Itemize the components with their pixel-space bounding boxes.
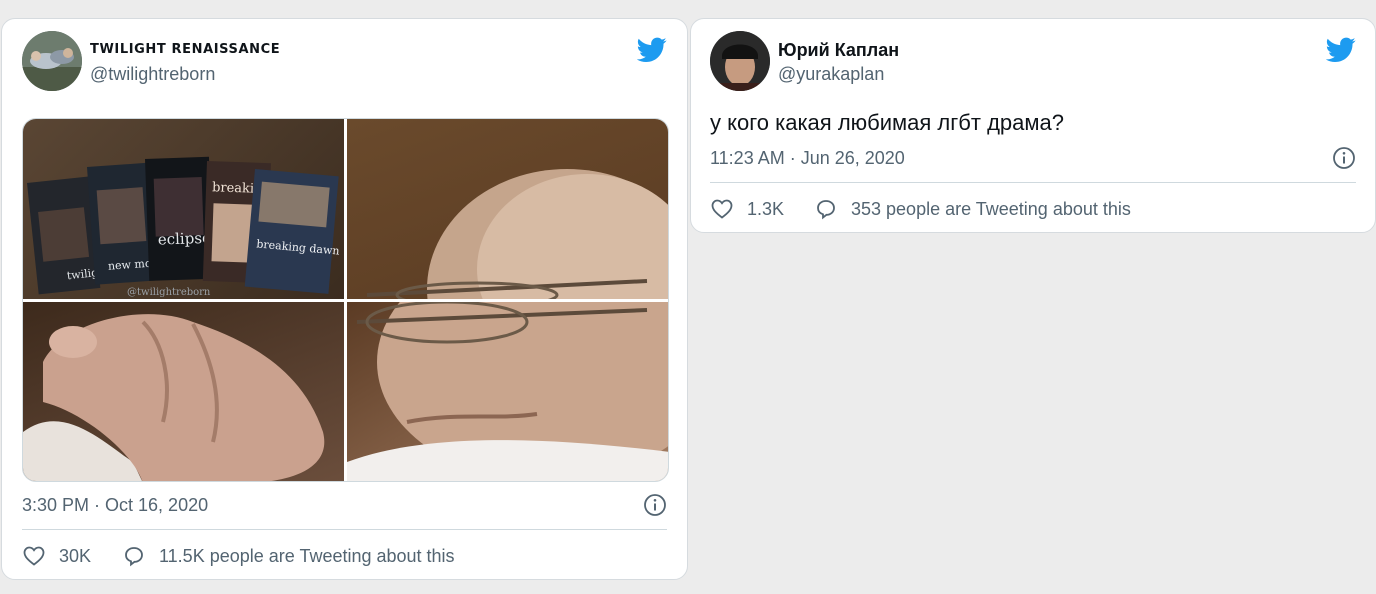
face-illustration-bottom [347, 302, 668, 481]
media-image-dvd-covers[interactable]: twilight new moon eclipse breaking break… [23, 119, 344, 299]
tweet-meta: 3:30 PM · Oct 16, 2020 [22, 493, 667, 517]
like-count[interactable]: 30K [59, 543, 91, 569]
avatar-image [22, 31, 82, 91]
heart-icon[interactable] [22, 544, 46, 568]
tweet-timestamp[interactable]: 11:23 AM · Jun 26, 2020 [710, 148, 905, 168]
hand-illustration [23, 314, 325, 481]
tweet-header: Юрий Каплан @yurakaplan [710, 31, 1356, 93]
svg-text:@twilightreborn: @twilightreborn [127, 287, 211, 298]
avatar[interactable] [710, 31, 770, 91]
conversation-link[interactable]: 11.5K people are Tweeting about this [159, 543, 455, 569]
tweet-card-yurakaplan[interactable]: Юрий Каплан @yurakaplan у кого какая люб… [690, 18, 1376, 233]
tweet-text: у кого какая любимая лгбт драма? [710, 110, 1064, 135]
svg-text:eclipse: eclipse [158, 229, 212, 249]
display-name[interactable]: TWILIGHT RENAISSANCE [90, 39, 280, 61]
twitter-bird-icon[interactable] [1326, 37, 1356, 63]
reply-bubble-icon[interactable] [814, 197, 838, 221]
media-image-face-bottom[interactable] [347, 302, 668, 481]
dvd-covers-illustration: twilight new moon eclipse breaking break… [27, 156, 340, 298]
face-illustration-top [366, 169, 668, 299]
twitter-bird-icon[interactable] [637, 37, 667, 63]
display-name[interactable]: Юрий Каплан [778, 39, 899, 61]
tweet-actions: 30K 11.5K people are Tweeting about this [22, 543, 667, 569]
heart-icon[interactable] [710, 197, 734, 221]
tweet-meta: 11:23 AM · Jun 26, 2020 [710, 146, 1356, 170]
reply-bubble-icon[interactable] [122, 544, 146, 568]
tweet-card-twilightreborn[interactable]: TWILIGHT RENAISSANCE @twilightreborn twi… [1, 18, 688, 580]
author-info[interactable]: Юрий Каплан @yurakaplan [778, 39, 899, 86]
media-image-face-top[interactable] [347, 119, 668, 299]
user-handle[interactable]: @twilightreborn [90, 62, 280, 86]
divider [710, 182, 1356, 183]
tweet-timestamp[interactable]: 3:30 PM · Oct 16, 2020 [22, 495, 208, 515]
avatar[interactable] [22, 31, 82, 91]
user-handle[interactable]: @yurakaplan [778, 62, 899, 86]
like-count[interactable]: 1.3K [747, 196, 784, 222]
media-image-hand[interactable] [23, 302, 344, 481]
author-info[interactable]: TWILIGHT RENAISSANCE @twilightreborn [90, 39, 280, 86]
tweet-header: TWILIGHT RENAISSANCE @twilightreborn [22, 31, 667, 93]
info-icon[interactable] [1332, 146, 1356, 170]
conversation-link[interactable]: 353 people are Tweeting about this [851, 196, 1131, 222]
info-icon[interactable] [643, 493, 667, 517]
tweet-media-grid[interactable]: twilight new moon eclipse breaking break… [22, 118, 669, 482]
divider [22, 529, 667, 530]
avatar-image [710, 31, 770, 91]
tweet-actions: 1.3K 353 people are Tweeting about this [710, 196, 1356, 222]
